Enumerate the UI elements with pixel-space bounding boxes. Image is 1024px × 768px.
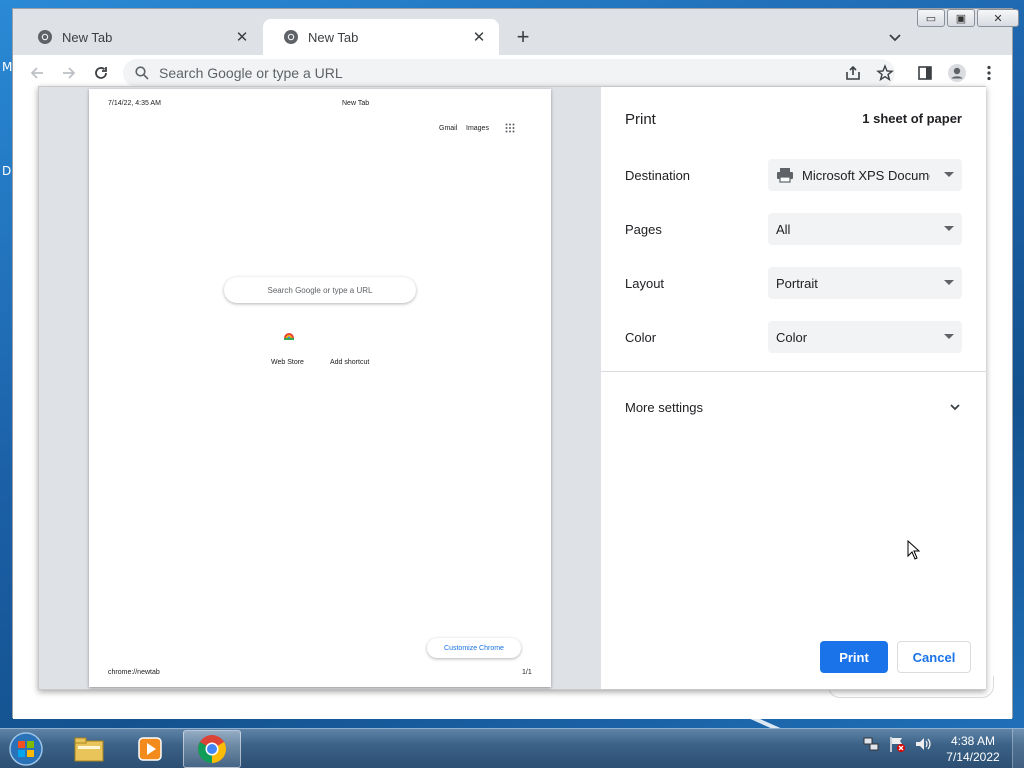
destination-value: Microsoft XPS Document Writer (802, 167, 930, 183)
minimize-button[interactable]: ▭ (917, 9, 945, 27)
tab-new-tab-1[interactable]: New Tab ✕ (17, 19, 262, 55)
chevron-down-icon (950, 404, 960, 411)
color-label: Color (625, 329, 657, 345)
system-tray (862, 735, 932, 753)
preview-shortcut-web-store: Web Store (271, 359, 304, 366)
pages-row: Pages All (625, 213, 962, 245)
preview-images-link: Images (466, 125, 489, 132)
preview-shortcut-add: Add shortcut (330, 359, 370, 366)
chrome-favicon-icon (284, 30, 298, 44)
apps-grid-icon (505, 123, 515, 133)
clock-date: 7/14/2022 (946, 750, 1000, 764)
mouse-pointer-icon (907, 540, 921, 560)
print-dialog: 7/14/22, 4:35 AM New Tab Gmail Images Se… (38, 86, 986, 690)
preview-search-box: Search Google or type a URL (224, 277, 416, 303)
side-panel-icon[interactable] (915, 63, 935, 83)
preview-footer-url: chrome://newtab (108, 669, 160, 676)
desktop-icon-label[interactable]: M (2, 60, 12, 74)
omnibox-placeholder: Search Google or type a URL (159, 65, 343, 81)
tab-close-icon[interactable]: ✕ (234, 28, 250, 46)
taskbar-media-player[interactable] (121, 730, 179, 768)
search-icon (135, 66, 149, 80)
omnibox[interactable]: Search Google or type a URL (123, 59, 895, 87)
bookmark-star-icon[interactable] (875, 63, 895, 83)
media-player-icon (138, 737, 162, 761)
tab-strip: New Tab ✕ New Tab ✕ + ▭ ▣ ✕ (13, 9, 1019, 55)
window-close-button[interactable]: ✕ (977, 9, 1019, 27)
reload-icon[interactable] (91, 63, 111, 83)
network-icon[interactable] (862, 735, 880, 753)
action-center-flag-icon[interactable] (888, 735, 906, 753)
print-settings-panel: Print 1 sheet of paper Destination Micro… (601, 87, 986, 689)
dropdown-arrow-icon (944, 280, 954, 285)
color-row: Color Color (625, 321, 962, 353)
preview-header-date: 7/14/22, 4:35 AM (108, 100, 161, 107)
print-button[interactable]: Print (820, 641, 888, 673)
back-icon[interactable] (27, 63, 47, 83)
cancel-button[interactable]: Cancel (897, 641, 971, 673)
destination-label: Destination (625, 167, 691, 183)
share-icon[interactable] (843, 63, 863, 83)
pages-value: All (776, 221, 791, 237)
chrome-favicon-icon (38, 30, 52, 44)
preview-page: 7/14/22, 4:35 AM New Tab Gmail Images Se… (89, 89, 551, 687)
taskbar-file-explorer[interactable] (60, 730, 118, 768)
printer-icon (777, 168, 793, 183)
new-tab-button[interactable]: + (511, 26, 535, 50)
destination-select[interactable]: Microsoft XPS Document Writer (768, 159, 962, 191)
show-desktop-button[interactable] (1012, 729, 1024, 768)
web-store-icon (284, 333, 294, 340)
folder-icon (74, 737, 104, 762)
preview-customize-chrome: Customize Chrome (427, 638, 521, 658)
desktop-icon-label[interactable]: D (2, 164, 11, 178)
tab-title: New Tab (62, 29, 113, 45)
taskbar: 4:38 AM 7/14/2022 (0, 728, 1024, 768)
tab-search-chevron-icon[interactable] (885, 27, 905, 47)
dropdown-arrow-icon (944, 226, 954, 231)
more-settings-toggle[interactable]: More settings (625, 395, 962, 419)
menu-kebab-icon[interactable] (979, 63, 999, 83)
more-settings-label: More settings (625, 399, 704, 415)
start-orb-icon[interactable] (6, 731, 46, 767)
profile-avatar-icon[interactable] (947, 63, 967, 83)
window-controls: ▭ ▣ ✕ (917, 9, 1019, 29)
volume-icon[interactable] (914, 735, 932, 753)
print-title: Print (625, 111, 656, 128)
taskbar-chrome[interactable] (183, 730, 241, 768)
color-value: Color (776, 329, 808, 345)
forward-icon[interactable] (59, 63, 79, 83)
preview-gmail-link: Gmail (439, 125, 458, 132)
color-select[interactable]: Color (768, 321, 962, 353)
print-preview-area: 7/14/22, 4:35 AM New Tab Gmail Images Se… (39, 87, 601, 689)
tab-new-tab-2[interactable]: New Tab ✕ (263, 19, 499, 55)
dropdown-arrow-icon (944, 334, 954, 339)
layout-value: Portrait (776, 275, 818, 291)
chrome-icon (198, 735, 226, 763)
destination-row: Destination Microsoft XPS Document Write… (625, 159, 962, 191)
pages-label: Pages (625, 221, 662, 237)
layout-select[interactable]: Portrait (768, 267, 962, 299)
layout-label: Layout (625, 275, 665, 291)
clock-time: 4:38 AM (950, 734, 996, 748)
tab-title: New Tab (308, 29, 359, 45)
preview-header-title: New Tab (342, 100, 370, 107)
dropdown-arrow-icon (944, 172, 954, 177)
tab-close-icon[interactable]: ✕ (471, 28, 487, 46)
taskbar-clock[interactable]: 4:38 AM 7/14/2022 (944, 733, 1002, 765)
maximize-button[interactable]: ▣ (947, 9, 975, 27)
preview-footer-page-number: 1/1 (522, 669, 532, 676)
layout-row: Layout Portrait (625, 267, 962, 299)
pages-select[interactable]: All (768, 213, 962, 245)
sheet-count: 1 sheet of paper (862, 111, 962, 126)
settings-divider (601, 371, 986, 372)
